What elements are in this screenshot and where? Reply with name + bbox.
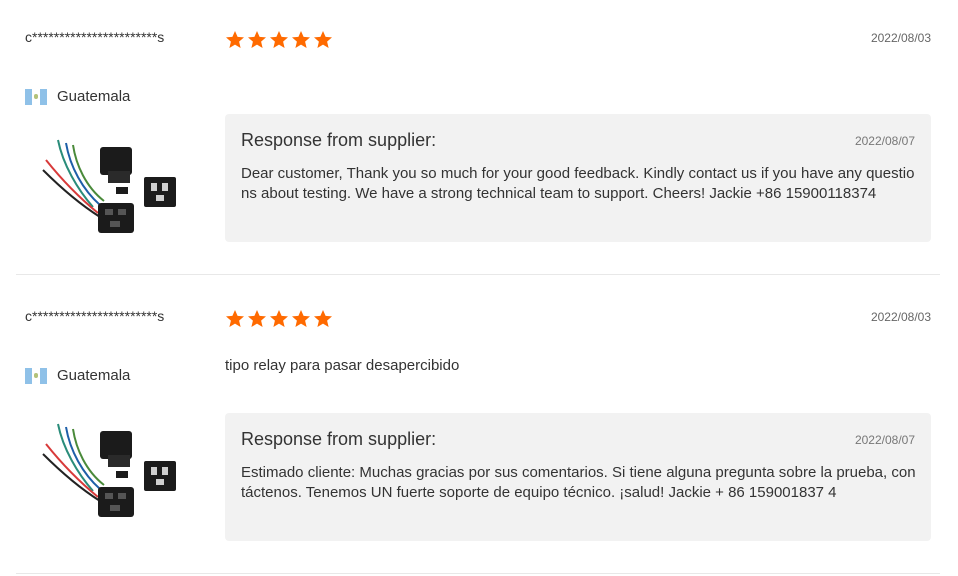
country-name: Guatemala <box>57 88 131 105</box>
reviewer-name: c***********************s <box>25 308 165 324</box>
star-icon <box>225 30 245 50</box>
product-thumbnail[interactable] <box>38 419 188 544</box>
star-icon <box>247 309 267 329</box>
reviewer-country: Guatemala <box>25 88 130 105</box>
guatemala-flag-icon <box>25 367 47 384</box>
review-item: c***********************s Guatemala 2022… <box>0 279 958 576</box>
supplier-response: Response from supplier: 2022/08/07 Estim… <box>225 413 931 541</box>
review-item: c***********************s Guatemala 2022… <box>0 0 958 276</box>
star-icon <box>291 309 311 329</box>
star-icon <box>313 309 333 329</box>
response-date: 2022/08/07 <box>854 134 915 148</box>
review-date: 2022/08/03 <box>870 31 931 45</box>
response-date: 2022/08/07 <box>854 433 915 447</box>
star-icon <box>269 30 289 50</box>
response-text: Estimado cliente: Muchas gracias por sus… <box>241 464 916 501</box>
response-title: Response from supplier: <box>241 130 437 150</box>
guatemala-flag-icon <box>25 88 47 105</box>
reviewer-name: c***********************s <box>25 29 165 45</box>
star-icon <box>225 309 245 329</box>
star-rating <box>225 30 333 50</box>
star-icon <box>313 30 333 50</box>
divider <box>16 274 940 275</box>
star-icon <box>247 30 267 50</box>
response-text: Dear customer, Thank you so much for you… <box>241 165 915 202</box>
star-icon <box>291 30 311 50</box>
response-title: Response from supplier: <box>241 429 437 449</box>
review-text: tipo relay para pasar desapercibido <box>225 357 460 374</box>
review-date: 2022/08/03 <box>870 310 931 324</box>
reviewer-country: Guatemala <box>25 367 130 384</box>
star-icon <box>269 309 289 329</box>
star-rating <box>225 309 333 329</box>
supplier-response: Response from supplier: 2022/08/07 Dear … <box>225 114 931 242</box>
divider <box>16 573 940 574</box>
country-name: Guatemala <box>57 367 131 384</box>
product-thumbnail[interactable] <box>38 135 188 260</box>
